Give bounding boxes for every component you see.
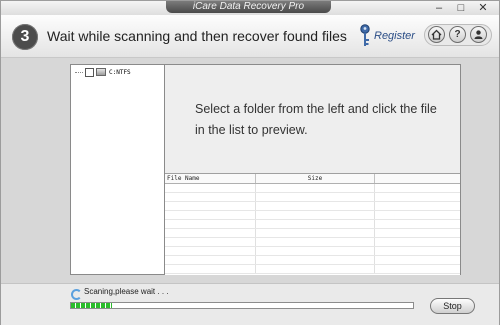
tree-connector <box>75 71 83 73</box>
main-content: C:NTFS Select a folder from the left and… <box>1 58 499 283</box>
empty-list-row <box>165 238 460 247</box>
empty-cell <box>165 193 256 201</box>
drive-icon <box>96 68 106 76</box>
empty-cell <box>256 202 375 210</box>
empty-cell <box>165 202 256 210</box>
scan-progress-bar <box>70 302 414 309</box>
empty-list-row <box>165 247 460 256</box>
empty-cell <box>165 229 256 237</box>
empty-cell <box>256 220 375 228</box>
empty-cell <box>165 220 256 228</box>
empty-list-row <box>165 265 460 274</box>
window-title: iCare Data Recovery Pro <box>166 1 331 13</box>
empty-cell <box>165 184 256 192</box>
key-icon[interactable] <box>359 24 371 48</box>
register-link[interactable]: Register <box>374 30 415 42</box>
stop-button[interactable]: Stop <box>430 298 475 314</box>
empty-cell <box>165 247 256 255</box>
empty-list-row <box>165 229 460 238</box>
empty-list-row <box>165 211 460 220</box>
empty-cell <box>165 256 256 264</box>
empty-cell <box>256 256 375 264</box>
empty-cell <box>256 184 375 192</box>
header-icon-group: ? <box>424 24 492 46</box>
empty-cell <box>256 193 375 201</box>
empty-cell <box>256 238 375 246</box>
empty-list-row <box>165 193 460 202</box>
home-glyph <box>431 29 442 40</box>
help-icon[interactable]: ? <box>449 26 466 43</box>
empty-cell <box>165 265 256 273</box>
empty-cell <box>165 211 256 219</box>
preview-message: Select a folder from the left and click … <box>195 102 437 137</box>
maximize-button[interactable]: □ <box>451 2 471 15</box>
tree-item-label: C:NTFS <box>109 68 131 76</box>
column-header-file-name[interactable]: File Name <box>165 174 256 183</box>
step-instruction: Wait while scanning and then recover fou… <box>47 28 347 44</box>
tree-item[interactable]: C:NTFS <box>75 67 131 77</box>
file-list-rows <box>165 184 460 274</box>
recovery-panel: C:NTFS Select a folder from the left and… <box>70 64 461 275</box>
title-bar[interactable]: iCare Data Recovery Pro – □ ✕ <box>1 1 499 15</box>
user-icon[interactable] <box>470 26 487 43</box>
loading-spinner-icon <box>71 289 82 300</box>
progress-fill <box>71 303 113 308</box>
status-text: Scaning,please wait . . . <box>84 287 169 296</box>
empty-list-row <box>165 256 460 265</box>
app-window: iCare Data Recovery Pro – □ ✕ 3 Wait whi… <box>0 0 500 325</box>
empty-cell <box>256 211 375 219</box>
step-number-badge: 3 <box>12 24 38 50</box>
empty-cell <box>256 229 375 237</box>
empty-cell <box>256 247 375 255</box>
preview-pane: Select a folder from the left and click … <box>165 65 460 173</box>
tree-item-checkbox[interactable] <box>85 67 94 77</box>
column-header-spacer <box>375 174 460 183</box>
empty-list-row <box>165 202 460 211</box>
empty-cell <box>165 238 256 246</box>
file-list-header: File Name Size <box>165 174 460 184</box>
empty-cell <box>256 265 375 273</box>
user-glyph <box>474 30 483 39</box>
close-button[interactable]: ✕ <box>473 2 493 15</box>
step-header: 3 Wait while scanning and then recover f… <box>1 15 499 58</box>
home-icon[interactable] <box>428 26 445 43</box>
minimize-button[interactable]: – <box>429 2 449 15</box>
file-list[interactable]: File Name Size <box>165 173 460 275</box>
column-header-size[interactable]: Size <box>256 174 375 183</box>
empty-list-row <box>165 184 460 193</box>
folder-tree[interactable]: C:NTFS <box>71 65 165 274</box>
window-controls: – □ ✕ <box>429 2 493 15</box>
empty-list-row <box>165 220 460 229</box>
status-footer: Scaning,please wait . . . Stop <box>1 283 499 325</box>
